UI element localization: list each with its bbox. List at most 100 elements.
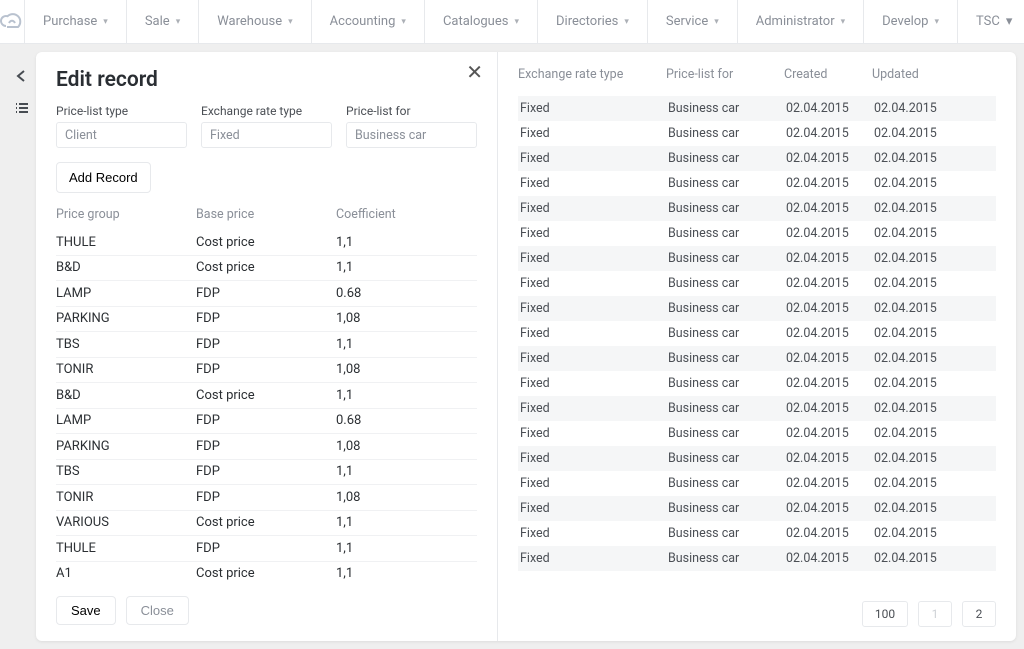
sub-table-row[interactable]: TONIRFDP1,08 xyxy=(56,358,477,384)
cell-exchange-rate-type: Fixed xyxy=(518,501,658,516)
list-icon xyxy=(14,101,30,115)
cell-coefficient: 0.68 xyxy=(336,286,436,301)
cell-exchange-rate-type: Fixed xyxy=(518,126,658,141)
cell-created: 02.04.2015 xyxy=(784,526,864,541)
list-row[interactable]: FixedBusiness car02.04.201502.04.2015 xyxy=(518,471,996,496)
cell-coefficient: 1,1 xyxy=(336,388,436,403)
cell-price-list-for: Business car xyxy=(666,376,776,391)
app-logo[interactable] xyxy=(0,0,25,43)
list-row[interactable]: FixedBusiness car02.04.201502.04.2015 xyxy=(518,171,996,196)
list-row[interactable]: FixedBusiness car02.04.201502.04.2015 xyxy=(518,271,996,296)
sub-table-row[interactable]: LAMPFDP0.68 xyxy=(56,409,477,435)
cell-updated: 02.04.2015 xyxy=(872,276,952,291)
nav-item[interactable]: Administrator▾ xyxy=(738,0,864,43)
pager-current-page[interactable]: 2 xyxy=(962,601,996,627)
list-row[interactable]: FixedBusiness car02.04.201502.04.2015 xyxy=(518,496,996,521)
cell-created: 02.04.2015 xyxy=(784,476,864,491)
cell-exchange-rate-type: Fixed xyxy=(518,351,658,366)
sub-table-row[interactable]: A1Cost price1,1 xyxy=(56,562,477,587)
nav-item[interactable]: Sale▾ xyxy=(127,0,199,43)
list-row[interactable]: FixedBusiness car02.04.201502.04.2015 xyxy=(518,521,996,546)
cell-exchange-rate-type: Fixed xyxy=(518,551,658,566)
cell-price-list-for: Business car xyxy=(666,101,776,116)
list-row[interactable]: FixedBusiness car02.04.201502.04.2015 xyxy=(518,121,996,146)
list-row[interactable]: FixedBusiness car02.04.201502.04.2015 xyxy=(518,221,996,246)
cell-exchange-rate-type: Fixed xyxy=(518,526,658,541)
nav-item-label: Directories xyxy=(556,14,618,29)
cell-price-group: VARIOUS xyxy=(56,515,196,530)
cell-created: 02.04.2015 xyxy=(784,251,864,266)
cell-price-group: PARKING xyxy=(56,439,196,454)
list-row[interactable]: FixedBusiness car02.04.201502.04.2015 xyxy=(518,296,996,321)
cell-coefficient: 1,1 xyxy=(336,464,436,479)
list-view-button[interactable] xyxy=(12,99,32,117)
cell-exchange-rate-type: Fixed xyxy=(518,151,658,166)
cell-coefficient: 1,1 xyxy=(336,515,436,530)
nav-item[interactable]: Catalogues▾ xyxy=(425,0,538,43)
col-price-list-for: Price-list for xyxy=(666,67,776,82)
list-row[interactable]: FixedBusiness car02.04.201502.04.2015 xyxy=(518,146,996,171)
list-row[interactable]: FixedBusiness car02.04.201502.04.2015 xyxy=(518,396,996,421)
sub-table-row[interactable]: THULEFDP1,1 xyxy=(56,536,477,562)
nav-item[interactable]: Develop▾ xyxy=(864,0,958,43)
content-card: ✕ Edit record Price-list type Client Exc… xyxy=(36,52,1016,641)
cell-created: 02.04.2015 xyxy=(784,226,864,241)
cell-price-list-for: Business car xyxy=(666,426,776,441)
list-row[interactable]: FixedBusiness car02.04.201502.04.2015 xyxy=(518,346,996,371)
price-list-type-input[interactable]: Client xyxy=(56,122,187,148)
nav-item[interactable]: Purchase ▾ xyxy=(25,0,127,43)
user-menu[interactable]: TSC ▾ xyxy=(958,0,1024,43)
cell-price-group: LAMP xyxy=(56,413,196,428)
list-row[interactable]: FixedBusiness car02.04.201502.04.2015 xyxy=(518,96,996,121)
nav-item-label: Administrator xyxy=(756,14,835,29)
list-row[interactable]: FixedBusiness car02.04.201502.04.2015 xyxy=(518,546,996,571)
sub-table-row[interactable]: THULECost price1,1 xyxy=(56,230,477,256)
nav-item-label: Service xyxy=(666,14,708,29)
sub-table-row[interactable]: TONIRFDP1,08 xyxy=(56,485,477,511)
nav-item-label: Purchase xyxy=(43,14,97,29)
col-created: Created xyxy=(784,67,864,82)
list-row[interactable]: FixedBusiness car02.04.201502.04.2015 xyxy=(518,321,996,346)
nav-item[interactable]: Warehouse▾ xyxy=(199,0,311,43)
workspace: ✕ Edit record Price-list type Client Exc… xyxy=(0,44,1024,649)
cell-updated: 02.04.2015 xyxy=(872,551,952,566)
col-coefficient: Coefficient xyxy=(336,207,436,222)
nav-item[interactable]: Service▾ xyxy=(648,0,738,43)
close-panel-button[interactable]: ✕ xyxy=(466,62,483,82)
field-label: Price-list for xyxy=(346,104,477,118)
chevron-down-icon: ▾ xyxy=(103,17,108,27)
cell-price-group: TONIR xyxy=(56,362,196,377)
cell-price-list-for: Business car xyxy=(666,501,776,516)
sub-table-row[interactable]: PARKINGFDP1,08 xyxy=(56,434,477,460)
close-button[interactable]: Close xyxy=(126,596,189,625)
close-icon: ✕ xyxy=(466,60,483,84)
back-button[interactable] xyxy=(12,67,32,85)
sub-table-row[interactable]: TBSFDP1,1 xyxy=(56,332,477,358)
sub-table-row[interactable]: PARKINGFDP1,08 xyxy=(56,307,477,333)
add-record-button[interactable]: Add Record xyxy=(56,162,151,193)
cell-created: 02.04.2015 xyxy=(784,451,864,466)
save-button[interactable]: Save xyxy=(56,596,116,625)
page-size-select[interactable]: 100 xyxy=(862,601,908,627)
cell-created: 02.04.2015 xyxy=(784,426,864,441)
sub-table-row[interactable]: TBSFDP1,1 xyxy=(56,460,477,486)
list-row[interactable]: FixedBusiness car02.04.201502.04.2015 xyxy=(518,421,996,446)
cell-updated: 02.04.2015 xyxy=(872,476,952,491)
list-row[interactable]: FixedBusiness car02.04.201502.04.2015 xyxy=(518,446,996,471)
list-row[interactable]: FixedBusiness car02.04.201502.04.2015 xyxy=(518,246,996,271)
sub-table-row[interactable]: VARIOUSCost price1,1 xyxy=(56,511,477,537)
edit-record-panel: ✕ Edit record Price-list type Client Exc… xyxy=(36,52,498,641)
sub-table-row[interactable]: B&DCost price1,1 xyxy=(56,256,477,282)
price-list-for-input[interactable]: Business car xyxy=(346,122,477,148)
field-row: Price-list type Client Exchange rate typ… xyxy=(56,104,477,148)
exchange-rate-type-input[interactable]: Fixed xyxy=(201,122,332,148)
list-row[interactable]: FixedBusiness car02.04.201502.04.2015 xyxy=(518,371,996,396)
sub-table-row[interactable]: B&DCost price1,1 xyxy=(56,383,477,409)
cell-price-list-for: Business car xyxy=(666,176,776,191)
sub-table-row[interactable]: LAMPFDP0.68 xyxy=(56,281,477,307)
nav-item[interactable]: Accounting▾ xyxy=(312,0,425,43)
list-row[interactable]: FixedBusiness car02.04.201502.04.2015 xyxy=(518,196,996,221)
nav-item[interactable]: Directories▾ xyxy=(538,0,648,43)
pager-prev-page[interactable]: 1 xyxy=(918,601,952,627)
cell-price-list-for: Business car xyxy=(666,401,776,416)
